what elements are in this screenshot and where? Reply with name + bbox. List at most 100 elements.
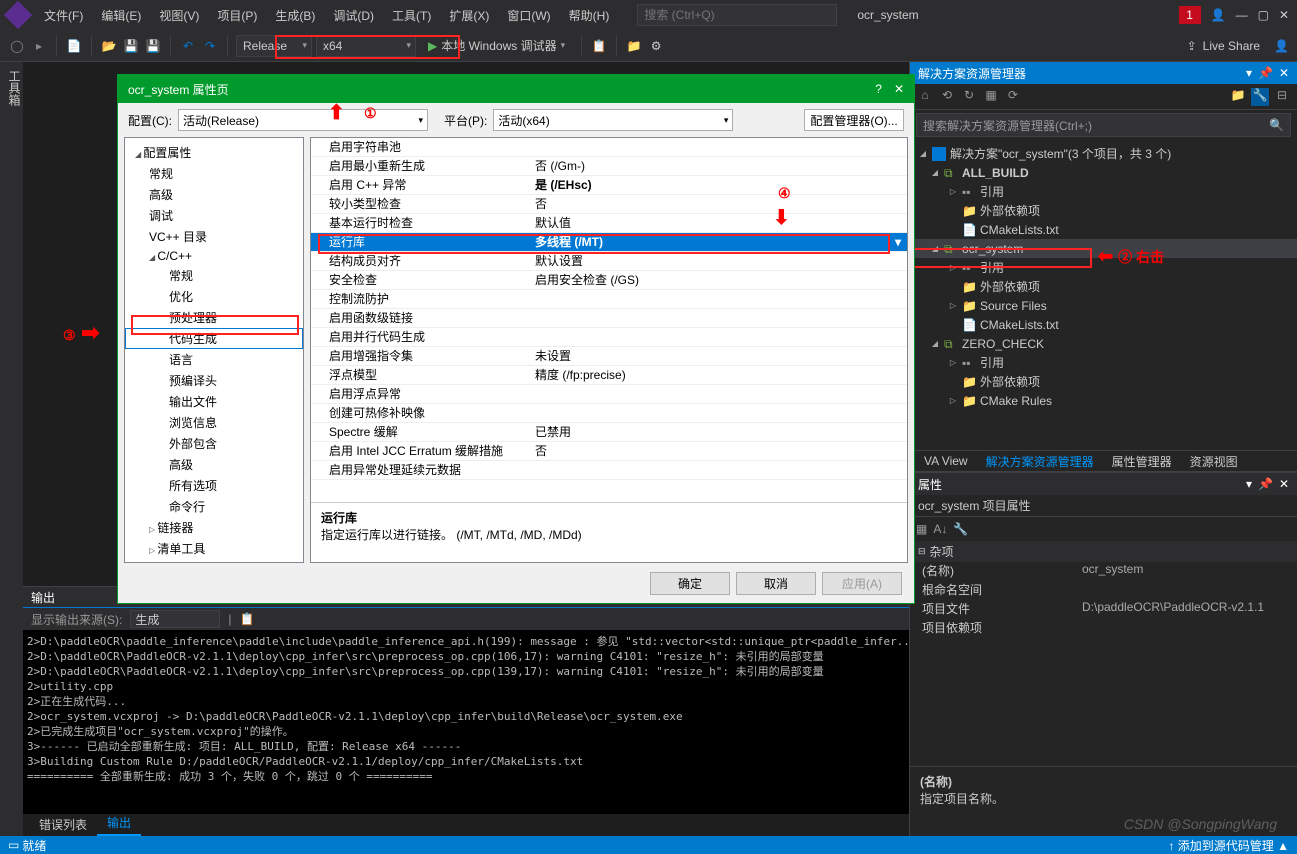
save-all-icon[interactable]: 💾	[144, 37, 162, 55]
prop-row[interactable]: 项目依赖项	[910, 619, 1297, 638]
tree-item[interactable]: 高级	[125, 184, 303, 205]
sol-tree-item[interactable]: ▪▪引用	[910, 182, 1297, 201]
sol-tree-item[interactable]: ⧉ocr_system	[910, 239, 1297, 258]
prop-row[interactable]: 项目文件D:\paddleOCR\PaddleOCR-v2.1.1	[910, 600, 1297, 619]
props-category[interactable]: ⊟杂项	[910, 541, 1297, 562]
sol-tree-item[interactable]: ⧉ALL_BUILD	[910, 163, 1297, 182]
show-all-icon[interactable]: 📁	[1229, 88, 1247, 106]
sol-tree-item[interactable]: ▪▪引用	[910, 353, 1297, 372]
menu-item[interactable]: 扩展(X)	[441, 3, 497, 28]
save-icon[interactable]: 💾	[122, 37, 140, 55]
tree-item[interactable]: VC++ 目录	[125, 226, 303, 247]
menu-item[interactable]: 调试(D)	[325, 3, 382, 28]
output-source-combo[interactable]: 生成	[130, 610, 220, 628]
notification-badge[interactable]: 1	[1179, 6, 1201, 24]
preview-icon[interactable]: ⊟	[1273, 88, 1291, 106]
tab-error-list[interactable]: 错误列表	[29, 813, 97, 836]
nav-fwd-icon[interactable]: ▸	[30, 37, 48, 55]
output-tool-icon[interactable]: 📋	[239, 612, 254, 626]
menu-item[interactable]: 生成(B)	[267, 3, 323, 28]
wrench-icon[interactable]: 🔧	[953, 522, 968, 536]
solution-tree[interactable]: 解决方案"ocr_system"(3 个项目，共 3 个) ⧉ALL_BUILD…	[910, 140, 1297, 450]
tree-item[interactable]: 语言	[125, 349, 303, 370]
output-log[interactable]: 2>D:\paddleOCR\paddle_inference\paddle\i…	[23, 630, 909, 814]
search-input[interactable]	[637, 4, 837, 26]
sol-tree-item[interactable]: 📄CMakeLists.txt	[910, 220, 1297, 239]
props-close-icon[interactable]: ✕	[1279, 477, 1289, 491]
property-row[interactable]: 运行库多线程 (/MT)▾	[311, 233, 907, 252]
solexp-tab[interactable]: 解决方案资源管理器	[978, 450, 1102, 473]
menu-item[interactable]: 文件(F)	[36, 3, 91, 28]
property-row[interactable]: 启用异常处理延续元数据	[311, 461, 907, 480]
prop-row[interactable]: 根命名空间	[910, 581, 1297, 600]
undo-icon[interactable]: ↶	[179, 37, 197, 55]
menu-item[interactable]: 窗口(W)	[499, 3, 558, 28]
tree-item[interactable]: 优化	[125, 286, 303, 307]
ok-button[interactable]: 确定	[650, 572, 730, 595]
tree-item[interactable]: 调试	[125, 205, 303, 226]
tree-item[interactable]: 浏览信息	[125, 412, 303, 433]
pending-icon[interactable]: ▦	[982, 88, 1000, 106]
solexp-search[interactable]: 搜索解决方案资源管理器(Ctrl+;) 🔍	[916, 113, 1291, 137]
tree-item[interactable]: 代码生成	[125, 328, 303, 349]
solexp-dropdown-icon[interactable]: ▾	[1246, 66, 1252, 80]
cancel-button[interactable]: 取消	[736, 572, 816, 595]
refresh-icon[interactable]: ⟳	[1004, 88, 1022, 106]
props-object-combo[interactable]: ocr_system 项目属性	[910, 495, 1297, 517]
menu-item[interactable]: 帮助(H)	[561, 3, 618, 28]
props-dropdown-icon[interactable]: ▾	[1246, 477, 1252, 491]
help-icon[interactable]: ?	[875, 82, 882, 96]
sol-tree-item[interactable]: 📄CMakeLists.txt	[910, 315, 1297, 334]
new-icon[interactable]: 📄	[65, 37, 83, 55]
alpha-icon[interactable]: A↓	[933, 522, 947, 536]
property-row[interactable]: 启用 Intel JCC Erratum 缓解措施否	[311, 442, 907, 461]
tree-item[interactable]: 配置属性	[125, 142, 303, 163]
property-row[interactable]: 启用增强指令集未设置	[311, 347, 907, 366]
tree-item[interactable]: 预编译头	[125, 370, 303, 391]
solexp-tab[interactable]: VA View	[916, 451, 976, 471]
tab-output[interactable]: 输出	[97, 811, 141, 836]
property-row[interactable]: 启用并行代码生成	[311, 328, 907, 347]
menu-item[interactable]: 工具(T)	[384, 3, 439, 28]
menu-item[interactable]: 项目(P)	[209, 3, 265, 28]
open-icon[interactable]: 📂	[100, 37, 118, 55]
tree-item[interactable]: 输出文件	[125, 391, 303, 412]
tree-item[interactable]: 常规	[125, 163, 303, 184]
tool-icon-2[interactable]: 📁	[625, 37, 643, 55]
redo-icon[interactable]: ↷	[201, 37, 219, 55]
tree-item[interactable]: 清单工具	[125, 538, 303, 559]
tree-item[interactable]: 预处理器	[125, 307, 303, 328]
property-row[interactable]: 启用字符串池	[311, 138, 907, 157]
properties-icon[interactable]: 🔧	[1251, 88, 1269, 106]
property-tree[interactable]: 配置属性常规高级调试VC++ 目录C/C++常规优化预处理器代码生成语言预编译头…	[124, 137, 304, 563]
platform-combo[interactable]: x64	[316, 35, 416, 57]
debug-start-button[interactable]: ▶ 本地 Windows 调试器 ▾	[420, 37, 573, 54]
minimize-icon[interactable]: —	[1236, 8, 1248, 22]
property-row[interactable]: Spectre 缓解已禁用	[311, 423, 907, 442]
prop-row[interactable]: (名称)ocr_system	[910, 562, 1297, 581]
property-row[interactable]: 安全检查启用安全检查 (/GS)	[311, 271, 907, 290]
nav-back-icon[interactable]: ◯	[8, 37, 26, 55]
sync-icon[interactable]: ↻	[960, 88, 978, 106]
apply-button[interactable]: 应用(A)	[822, 572, 902, 595]
property-row[interactable]: 浮点模型精度 (/fp:precise)	[311, 366, 907, 385]
sol-tree-item[interactable]: ▪▪引用	[910, 258, 1297, 277]
solexp-pin-icon[interactable]: 📌	[1258, 66, 1273, 80]
config-combo[interactable]: Release	[236, 35, 312, 57]
tree-item[interactable]: 命令行	[125, 496, 303, 517]
property-row[interactable]: 较小类型检查否	[311, 195, 907, 214]
tree-item[interactable]: C/C++	[125, 247, 303, 265]
menu-item[interactable]: 编辑(E)	[93, 3, 149, 28]
status-source-control[interactable]: ↑ 添加到源代码管理 ▲	[1168, 837, 1289, 854]
property-row[interactable]: 启用 C++ 异常是 (/EHsc)	[311, 176, 907, 195]
config-manager-button[interactable]: 配置管理器(O)...	[804, 109, 904, 131]
sol-tree-item[interactable]: 📁外部依赖项	[910, 277, 1297, 296]
sol-tree-item[interactable]: 📁外部依赖项	[910, 201, 1297, 220]
tree-item[interactable]: 外部包含	[125, 433, 303, 454]
tree-item[interactable]: 所有选项	[125, 475, 303, 496]
left-toolbox-strip[interactable]: 工具箱	[0, 62, 23, 836]
maximize-icon[interactable]: ▢	[1258, 8, 1269, 22]
props-pin-icon[interactable]: 📌	[1258, 477, 1273, 491]
solution-root[interactable]: 解决方案"ocr_system"(3 个项目，共 3 个)	[910, 144, 1297, 163]
property-row[interactable]: 结构成员对齐默认设置	[311, 252, 907, 271]
